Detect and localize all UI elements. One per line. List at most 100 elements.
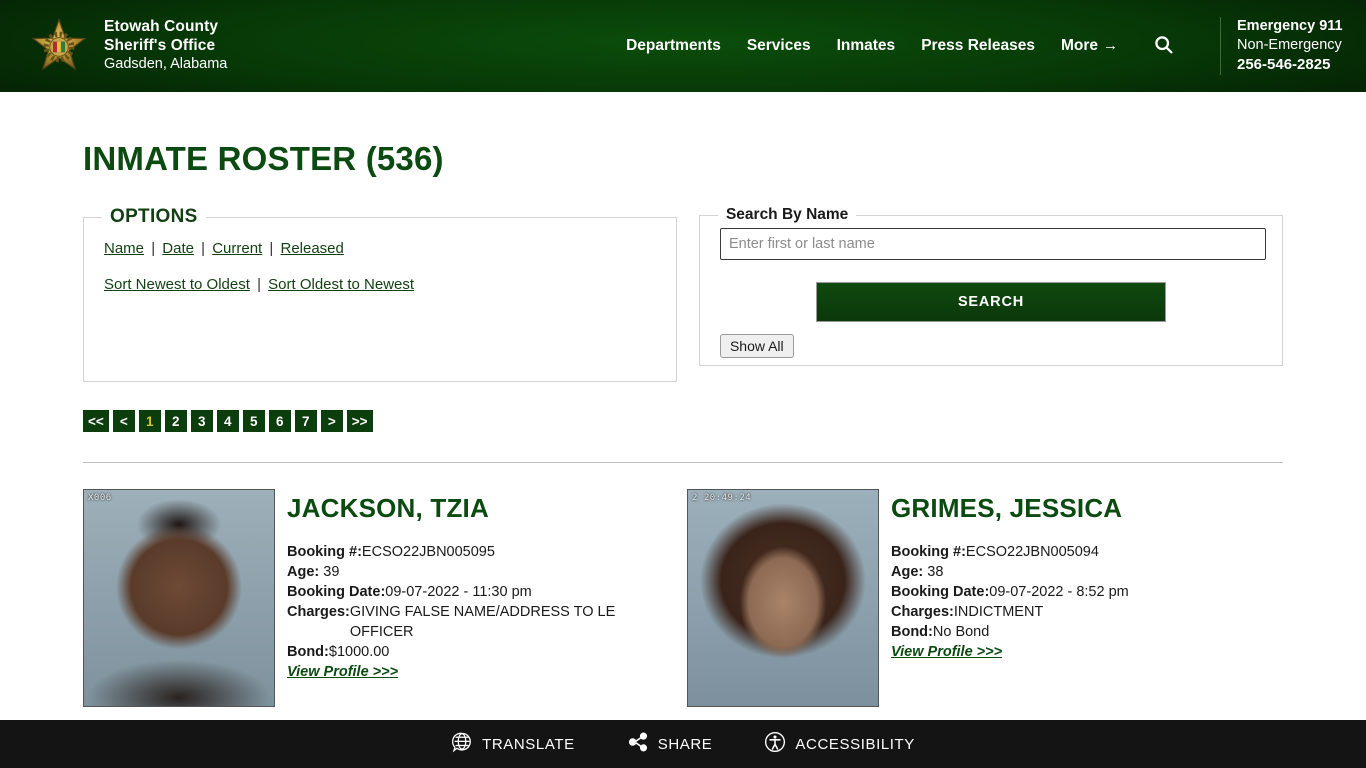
nav-item-services[interactable]: Services [747,37,811,55]
mugshot-timestamp: 2 20:49:24 [692,493,752,503]
non-emergency-label: Non-Emergency [1237,37,1342,54]
inmate-booking-date-row: Booking Date:09-07-2022 - 8:52 pm [891,582,1129,602]
charges-label: Charges: [891,604,954,620]
brand-text: Etowah County Sheriff's Office Gadsden, … [104,18,227,74]
section-divider [83,462,1283,463]
bond-label: Bond: [891,624,933,640]
inmate-booking-number-row: Booking #:ECSO22JBN005094 [891,542,1129,562]
page-1[interactable]: 1 [138,410,161,432]
share-button[interactable]: SHARE [627,731,713,757]
option-link-sort-oldest-to-newest[interactable]: Sort Oldest to Newest [268,276,414,293]
separator: | [257,275,261,293]
inmate-age-row: Age: 39 [287,562,679,582]
emergency-911-text: Emergency 911 [1237,17,1343,34]
booking-date-label: Booking Date: [287,584,386,600]
booking-number-label: Booking #: [891,544,966,560]
inmate-details: JACKSON, TZIA Booking #:ECSO22JBN005095 … [287,489,679,707]
brand-line-1: Etowah County [104,18,219,36]
options-panel: OPTIONS Name | Date | Current | Released… [83,206,677,382]
nav-item-press-releases[interactable]: Press Releases [921,37,1035,55]
bottom-utility-bar: TRANSLATE SHARE ACCESSIBILITY [0,720,1366,768]
brand-line-3: Gadsden, Alabama [104,56,228,73]
page-2[interactable]: 2 [164,410,187,432]
sheriff-star-badge-icon [28,15,90,77]
age-value: 38 [927,564,944,580]
page-3[interactable]: 3 [190,410,213,432]
booking-date-value: 09-07-2022 - 8:52 pm [989,584,1129,600]
search-icon [1153,34,1174,58]
charges-value: INDICTMENT [953,604,1044,620]
accessibility-person-icon [764,731,786,757]
page-4[interactable]: 4 [216,410,239,432]
inmate-name: JACKSON, TZIA [287,493,489,523]
booking-number-value: ECSO22JBN005095 [361,544,495,560]
accessibility-label: ACCESSIBILITY [795,735,915,753]
booking-date-value: 09-07-2022 - 11:30 pm [385,584,532,600]
page-next[interactable]: > [320,410,343,432]
page-7[interactable]: 7 [294,410,317,432]
accessibility-button[interactable]: ACCESSIBILITY [764,731,915,757]
separator: | [201,240,206,257]
share-label: SHARE [657,735,713,753]
nav-item-more[interactable]: More → [1061,37,1118,55]
view-profile-link[interactable]: View Profile >>> [891,644,1002,660]
nav-more-label: More [1060,36,1098,54]
bond-label: Bond: [287,644,329,660]
option-link-date[interactable]: Date [162,240,194,257]
search-input[interactable] [719,228,1266,260]
inmate-charges-row: Charges: INDICTMENT [891,602,1129,622]
bond-value: No Bond [932,624,990,640]
site-header: Etowah County Sheriff's Office Gadsden, … [0,0,1366,92]
content-container: INMATE ROSTER (536) OPTIONS Name | Date … [83,92,1283,707]
inmate-bond-row: Bond:No Bond [891,622,1129,642]
emergency-contact-block: Emergency 911 Non-Emergency 256-546-2825 [1220,16,1354,76]
inmate-booking-date-row: Booking Date:09-07-2022 - 11:30 pm [287,582,679,602]
share-nodes-icon [627,731,649,757]
globe-translate-icon [451,731,473,757]
panels-row: OPTIONS Name | Date | Current | Released… [83,206,1283,382]
inmate-mugshot[interactable]: X006 [83,489,275,707]
page-title: INMATE ROSTER (536) [83,140,444,177]
search-legend: Search By Name [725,206,849,223]
inmate-card: 2 20:49:24 GRIMES, JESSICA Booking #:ECS… [687,489,1283,707]
translate-button[interactable]: TRANSLATE [451,731,575,757]
page-6[interactable]: 6 [268,410,291,432]
page-prev[interactable]: < [112,410,135,432]
age-label: Age: [891,564,924,580]
inmate-card: X006 JACKSON, TZIA Booking #:ECSO22JBN00… [83,489,679,707]
main-navigation: Departments Services Inmates Press Relea… [626,16,1366,76]
inmate-bond-row: Bond:$1000.00 [287,642,679,662]
mugshot-timestamp: X006 [88,493,112,503]
separator: | [269,240,274,257]
site-brand-link[interactable]: Etowah County Sheriff's Office Gadsden, … [0,15,227,77]
option-link-current[interactable]: Current [212,240,262,257]
page-last[interactable]: >> [346,410,373,432]
age-label: Age: [287,564,320,580]
booking-date-label: Booking Date: [891,584,990,600]
inmate-booking-number-row: Booking #:ECSO22JBN005095 [287,542,679,562]
option-link-sort-newest-to-oldest[interactable]: Sort Newest to Oldest [104,276,250,293]
inmate-name: GRIMES, JESSICA [891,493,1123,523]
search-submit-button[interactable]: SEARCH [815,282,1166,322]
nav-item-departments[interactable]: Departments [626,37,721,55]
option-link-name[interactable]: Name [104,240,144,257]
age-value: 39 [323,564,340,580]
brand-line-2: Sheriff's Office [104,37,216,55]
non-emergency-phone[interactable]: 256-546-2825 [1237,55,1354,75]
view-profile-link[interactable]: View Profile >>> [287,664,398,680]
options-legend: OPTIONS [110,206,198,227]
inmate-mugshot[interactable]: 2 20:49:24 [687,489,879,707]
show-all-button[interactable]: Show All [719,334,794,358]
booking-number-value: ECSO22JBN005094 [965,544,1099,560]
page-5[interactable]: 5 [242,410,265,432]
inmate-roster-list: X006 JACKSON, TZIA Booking #:ECSO22JBN00… [83,489,1283,707]
options-filter-row: Name | Date | Current | Released [104,238,662,261]
nav-item-inmates[interactable]: Inmates [837,37,896,55]
separator: | [151,240,156,257]
translate-label: TRANSLATE [482,735,575,753]
inmate-charges-row: Charges: GIVING FALSE NAME/ADDRESS TO LE … [287,602,679,642]
page-body: INMATE ROSTER (536) OPTIONS Name | Date … [0,92,1366,707]
header-search-button[interactable] [1150,33,1176,59]
page-first[interactable]: << [83,410,109,432]
option-link-released[interactable]: Released [280,240,343,257]
